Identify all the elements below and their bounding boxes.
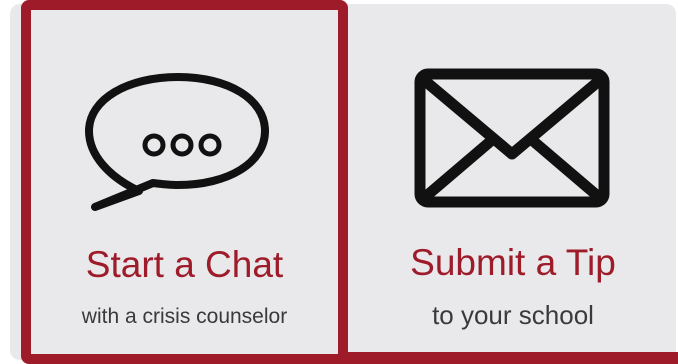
- option-title: Submit a Tip: [410, 242, 616, 283]
- start-chat-option[interactable]: Start a Chat with a crisis counselor: [21, 0, 348, 364]
- option-subtitle: to your school: [432, 300, 594, 330]
- option-title: Start a Chat: [85, 244, 284, 285]
- option-subtitle: with a crisis counselor: [81, 305, 288, 328]
- submit-tip-option[interactable]: Submit a Tip to your school: [348, 0, 678, 364]
- chat-bubble-icon: [85, 73, 269, 211]
- envelope-icon: [414, 68, 610, 208]
